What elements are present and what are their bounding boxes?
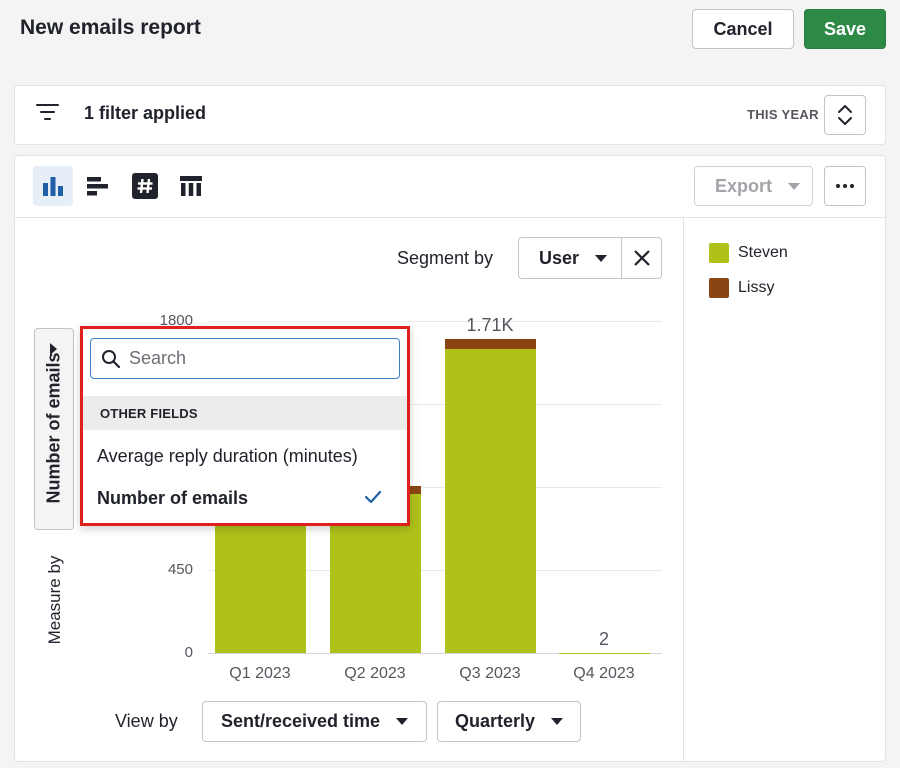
search-placeholder: Search <box>129 348 187 368</box>
table-icon <box>180 176 202 196</box>
legend-item: Lissy <box>709 278 774 298</box>
bar-lissy[interactable] <box>444 338 536 349</box>
more-options-button[interactable] <box>824 166 866 206</box>
legend-divider <box>683 218 684 762</box>
column-chart-icon <box>43 177 63 196</box>
interval-value: Quarterly <box>454 711 536 731</box>
table-view-button[interactable] <box>171 166 211 206</box>
x-tick-label: Q1 2023 <box>229 665 291 682</box>
interval-select[interactable]: Quarterly <box>437 701 581 742</box>
legend-swatch <box>709 243 729 263</box>
page-title: New emails report <box>20 16 201 39</box>
horizontal-bar-chart-icon <box>87 177 108 196</box>
data-label: 2 <box>598 628 609 649</box>
scorecard-view-button[interactable] <box>125 166 165 206</box>
menu-item-number-of-emails[interactable]: Number of emails <box>97 488 248 509</box>
legend-swatch <box>709 278 729 298</box>
search-input[interactable]: Search <box>90 338 400 379</box>
y-tick-label: 0 <box>184 644 193 661</box>
export-button[interactable]: Export <box>694 166 813 206</box>
more-dot-icon <box>836 184 840 188</box>
view-by-label: View by <box>115 711 178 731</box>
segment-value: User <box>539 247 580 268</box>
segment-by-label: Segment by <box>397 248 494 268</box>
more-dot-icon <box>843 184 847 188</box>
caret-down-icon <box>396 718 409 725</box>
menu-item-average-reply-duration[interactable]: Average reply duration (minutes) <box>97 446 358 467</box>
bar-chart-view-button[interactable] <box>78 166 118 206</box>
measure-dropdown: Search OTHER FIELDS Average reply durati… <box>80 326 410 526</box>
period-label: THIS YEAR <box>747 107 819 122</box>
legend-label: Lissy <box>738 279 775 296</box>
chevron-up-down-icon <box>838 105 852 125</box>
cancel-button[interactable]: Cancel <box>692 9 794 49</box>
view-by-field-select[interactable]: Sent/received time <box>202 701 427 742</box>
search-icon <box>102 350 121 369</box>
x-tick-label: Q4 2023 <box>573 665 635 682</box>
more-dot-icon <box>850 184 854 188</box>
bar-steven[interactable] <box>444 348 536 653</box>
filter-icon[interactable] <box>36 103 60 123</box>
segment-select[interactable]: User <box>518 237 622 279</box>
caret-down-icon <box>595 254 608 262</box>
x-tick-label: Q3 2023 <box>459 665 521 682</box>
legend-label: Steven <box>738 244 788 261</box>
measure-by-label: Measure by <box>45 555 64 645</box>
hash-icon <box>132 173 158 199</box>
clear-segment-button[interactable] <box>621 237 662 279</box>
export-label: Export <box>715 175 773 196</box>
measure-field-value: Number of emails <box>43 352 64 504</box>
checkmark-icon <box>364 490 382 504</box>
data-label: 1.71K <box>466 314 514 335</box>
save-button[interactable]: Save <box>804 9 886 49</box>
filter-summary[interactable]: 1 filter applied <box>84 103 206 124</box>
view-by-field-value: Sent/received time <box>220 711 381 731</box>
section-header: OTHER FIELDS <box>83 396 407 430</box>
gridline <box>208 321 662 322</box>
y-tick-label: 450 <box>167 561 193 578</box>
close-icon <box>634 250 650 266</box>
column-chart-view-button[interactable] <box>33 166 73 206</box>
x-tick-label: Q2 2023 <box>344 665 406 682</box>
toolbar-divider <box>14 217 886 218</box>
caret-down-icon <box>788 182 801 190</box>
period-toggle-button[interactable] <box>824 95 866 135</box>
legend-item: Steven <box>709 243 788 263</box>
bar-steven[interactable] <box>558 652 650 654</box>
caret-down-icon <box>551 718 564 725</box>
